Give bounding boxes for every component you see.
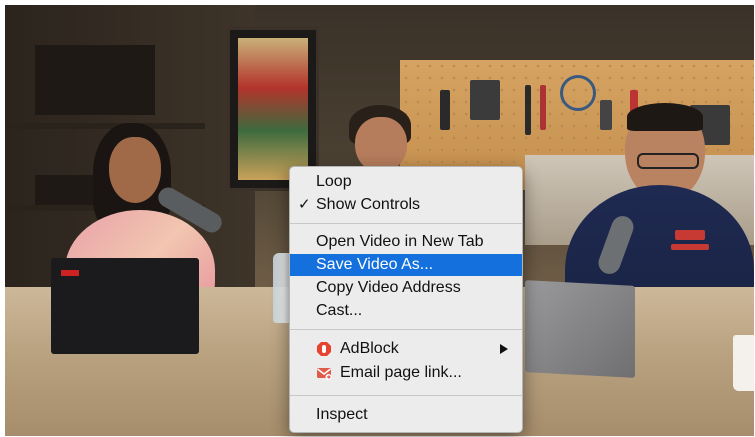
menu-item-label: Email page link... [340, 364, 462, 381]
menu-item-label: Show Controls [316, 196, 421, 213]
person-left-head [109, 137, 161, 203]
menu-item-label: Inspect [316, 406, 368, 423]
menu-separator [290, 395, 522, 396]
menu-item-adblock[interactable]: AdBlock [290, 338, 522, 360]
menu-item-show-controls[interactable]: ✓ Show Controls [290, 194, 522, 216]
menu-item-save-video-as[interactable]: Save Video As... [290, 254, 522, 276]
menu-separator [290, 223, 522, 224]
shirt-logo [665, 220, 715, 260]
shelf-box [35, 45, 155, 115]
person-hair [627, 103, 703, 131]
menu-item-cast[interactable]: Cast... [290, 300, 522, 322]
checkmark-icon: ✓ [298, 196, 311, 213]
menu-item-open-video-new-tab[interactable]: Open Video in New Tab [290, 231, 522, 253]
menu-item-inspect[interactable]: Inspect [290, 404, 522, 426]
menu-item-label: Loop [316, 173, 352, 190]
submenu-arrow-icon [500, 344, 508, 354]
menu-item-label: Copy Video Address [316, 279, 461, 296]
menu-item-label: AdBlock [340, 340, 399, 357]
menu-item-label: Save Video As... [316, 256, 434, 273]
menu-separator [290, 329, 522, 330]
shelf [5, 123, 205, 129]
glasses [637, 153, 699, 169]
laptop-left [51, 258, 199, 354]
context-menu: Loop ✓ Show Controls Open Video in New T… [289, 166, 523, 433]
menu-item-label: Cast... [316, 302, 363, 319]
menu-item-loop[interactable]: Loop [290, 171, 522, 193]
mug [733, 335, 754, 391]
menu-item-label: Open Video in New Tab [316, 233, 484, 250]
menu-item-copy-video-address[interactable]: Copy Video Address [290, 277, 522, 299]
person-middle-head [355, 117, 407, 173]
adblock-icon [317, 342, 331, 356]
laptop-right [525, 280, 635, 378]
email-link-icon [317, 368, 332, 380]
menu-item-email-page-link[interactable]: Email page link... [290, 362, 522, 384]
